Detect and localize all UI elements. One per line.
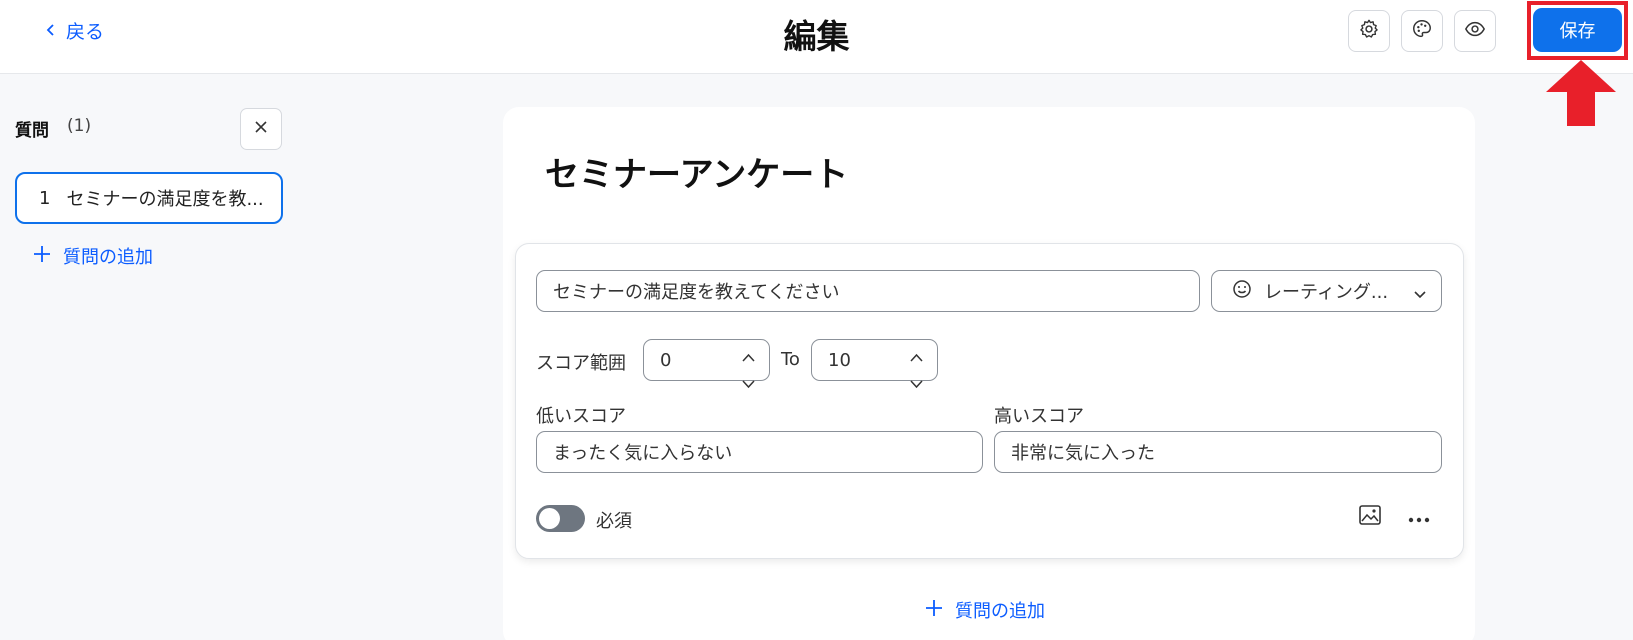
low-score-input[interactable]: まったく気に入らない	[536, 431, 983, 473]
high-score-label: 高いスコア	[994, 406, 1084, 427]
add-question-label: 質問の追加	[955, 601, 1045, 622]
required-toggle[interactable]	[536, 505, 585, 532]
plus-icon	[925, 599, 943, 622]
to-label: To	[781, 349, 800, 370]
eye-icon	[1464, 18, 1486, 44]
stepper-up-icon[interactable]	[910, 346, 923, 367]
add-question-sidebar-button[interactable]: 質問の追加	[33, 243, 153, 269]
arrow-up-icon	[1546, 60, 1616, 130]
add-question-label: 質問の追加	[63, 247, 153, 268]
score-max-value: 10	[828, 349, 851, 371]
add-image-button[interactable]	[1355, 502, 1385, 532]
stepper-down-icon[interactable]	[910, 373, 923, 394]
add-question-main-button[interactable]: 質問の追加	[925, 597, 1045, 623]
gear-icon	[1358, 18, 1380, 44]
save-button[interactable]: 保存	[1533, 8, 1622, 52]
question-type-select[interactable]: レーティング...	[1211, 270, 1442, 312]
toggle-knob	[539, 508, 560, 529]
low-score-label: 低いスコア	[536, 406, 626, 427]
required-label: 必須	[596, 511, 632, 532]
image-icon	[1358, 504, 1382, 530]
settings-button[interactable]	[1348, 10, 1390, 52]
sidebar-title: 質問	[15, 121, 49, 141]
plus-icon	[33, 245, 51, 268]
stepper-up-icon[interactable]	[742, 346, 755, 367]
preview-button[interactable]	[1454, 10, 1496, 52]
chevron-down-icon	[1413, 285, 1427, 306]
smiley-icon	[1232, 279, 1252, 304]
question-type-label: レーティング...	[1264, 282, 1389, 303]
header: 戻る 編集	[0, 0, 1633, 74]
close-sidebar-button[interactable]	[240, 108, 282, 150]
score-range-label: スコア範囲	[536, 353, 626, 374]
question-text-input[interactable]: セミナーの満足度を教えてください	[536, 270, 1200, 312]
sidebar-question-item[interactable]: 1 セミナーの満足度を教...	[15, 172, 283, 224]
score-min-value: 0	[660, 349, 672, 371]
more-options-button[interactable]	[1404, 502, 1434, 532]
score-min-stepper[interactable]: 0	[643, 339, 770, 389]
theme-button[interactable]	[1401, 10, 1443, 52]
stepper-down-icon[interactable]	[742, 373, 755, 394]
more-horizontal-icon	[1408, 508, 1430, 527]
high-score-input[interactable]: 非常に気に入った	[994, 431, 1442, 473]
question-label: セミナーの満足度を教...	[66, 189, 264, 210]
close-icon	[253, 119, 269, 139]
palette-icon	[1411, 18, 1433, 44]
question-number: 1	[39, 187, 51, 209]
survey-title[interactable]: セミナーアンケート	[545, 147, 848, 196]
score-max-stepper[interactable]: 10	[811, 339, 938, 389]
question-count: (1)	[67, 116, 92, 136]
